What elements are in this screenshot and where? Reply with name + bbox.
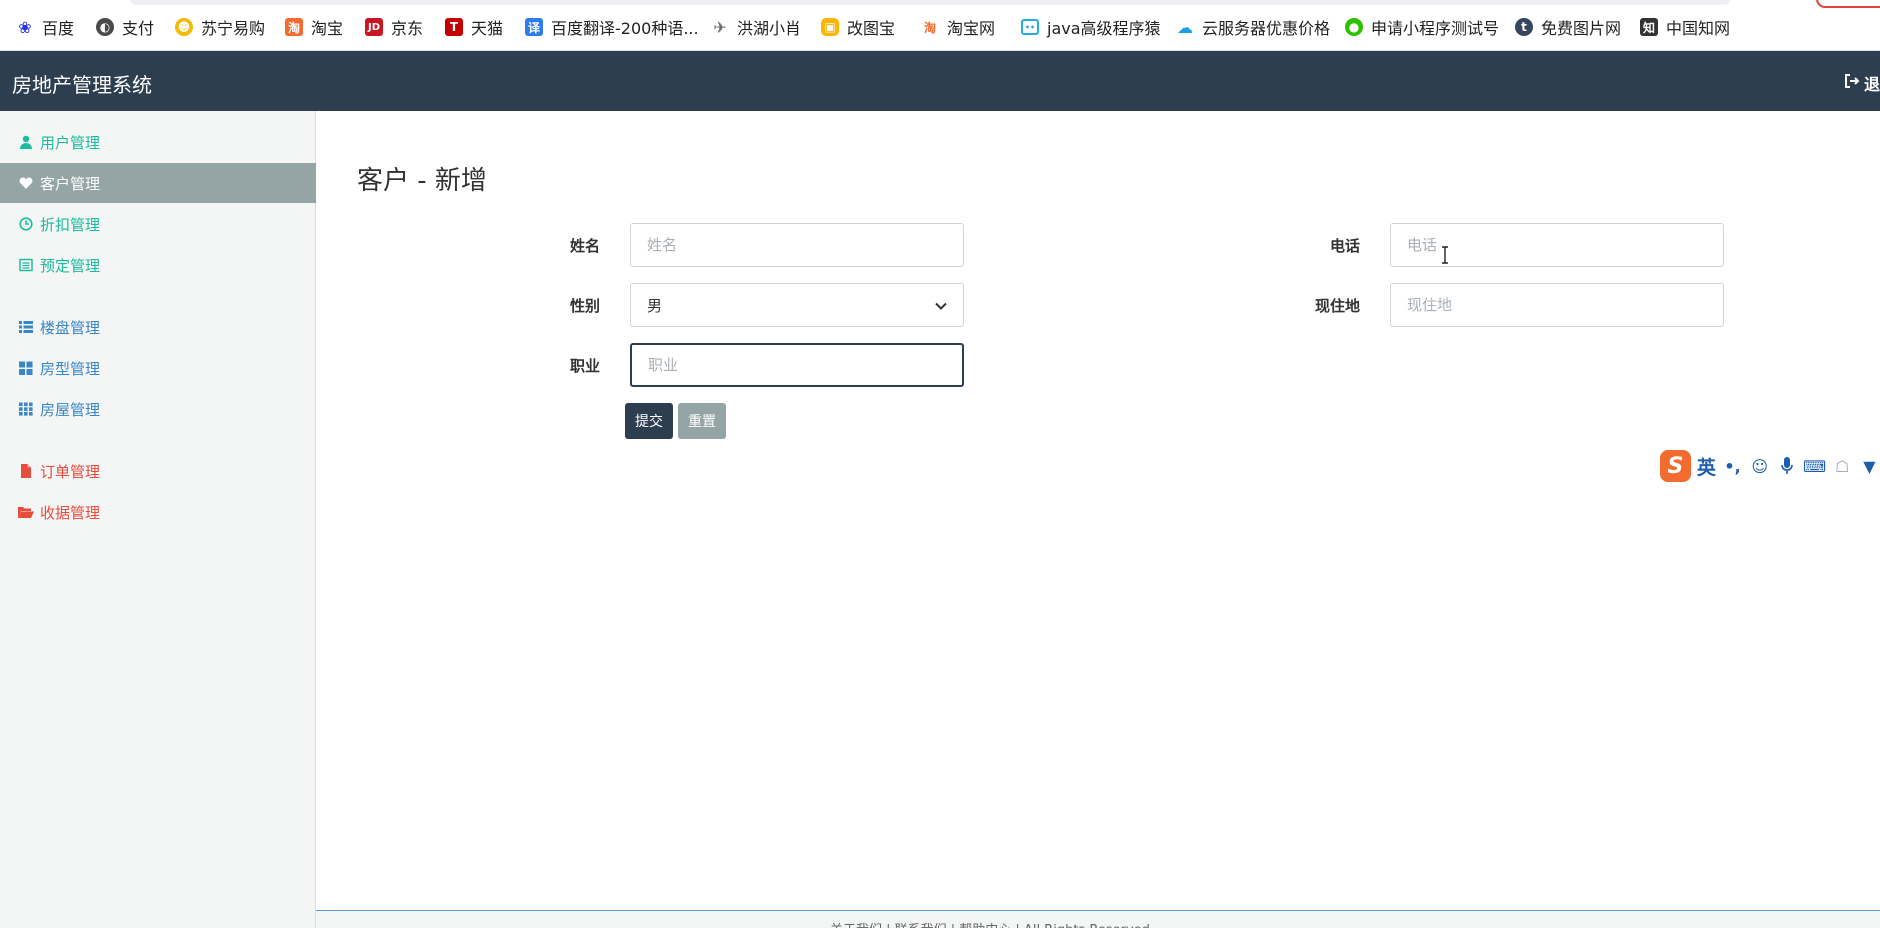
- sidebar-item-discounts[interactable]: 折扣管理: [0, 204, 316, 244]
- reset-button[interactable]: 重置: [678, 403, 726, 439]
- bookmark-taobaowang[interactable]: 淘 淘宝网: [921, 16, 995, 38]
- address-input[interactable]: [1390, 283, 1724, 327]
- globe-icon: ◐: [96, 18, 114, 36]
- sidebar-item-houses[interactable]: 房屋管理: [0, 389, 316, 429]
- ime-punct-toggle[interactable]: •,: [1722, 455, 1743, 477]
- user-icon: [18, 134, 34, 150]
- gaitubao-icon: ▣: [821, 18, 839, 36]
- submit-button[interactable]: 提交: [625, 403, 673, 439]
- gender-selected-value: 男: [647, 296, 663, 315]
- translate-icon: 译: [525, 18, 543, 36]
- shirt-icon[interactable]: ▼: [1859, 455, 1880, 477]
- footer-links[interactable]: 关于我们 | 联系我们 | 帮助中心 | All Rights Reserved: [830, 919, 1150, 928]
- keyboard-icon[interactable]: ⌨: [1803, 455, 1826, 477]
- sidebar-item-room-types[interactable]: 房型管理: [0, 348, 316, 388]
- microphone-icon[interactable]: [1776, 455, 1797, 477]
- bookmark-wechat-miniprogram[interactable]: ● 申请小程序测试号: [1345, 16, 1499, 38]
- sidebar-item-label: 房型管理: [40, 359, 101, 378]
- logout-button[interactable]: 退: [1844, 71, 1880, 95]
- app-header: 房地产管理系统 退: [0, 51, 1880, 111]
- sign-out-icon: [1844, 73, 1860, 93]
- sidebar-item-properties[interactable]: 楼盘管理: [0, 307, 316, 347]
- list-icon: [18, 319, 34, 335]
- sidebar-item-label: 楼盘管理: [40, 318, 101, 337]
- sidebar-item-label: 收据管理: [40, 503, 101, 522]
- baidu-paw-icon: ❀: [18, 17, 32, 37]
- bird-icon: ✈: [713, 17, 727, 37]
- sidebar-item-label: 订单管理: [40, 462, 101, 481]
- bookmark-tmall[interactable]: T 天猫: [445, 16, 503, 38]
- ime-toolbar: S 英 •, ☺ ⌨ ☖ ▼: [1660, 448, 1880, 484]
- text-cursor-icon: [1441, 246, 1449, 264]
- emoji-icon[interactable]: ☺: [1749, 455, 1770, 477]
- page-title: 客户 - 新增: [357, 166, 487, 196]
- gender-label: 性别: [569, 297, 600, 315]
- job-input[interactable]: [630, 343, 964, 387]
- job-label: 职业: [569, 357, 600, 375]
- name-label: 姓名: [569, 237, 600, 255]
- bookmark-zhifu[interactable]: ◐ 支付: [96, 16, 154, 38]
- clock-icon: [18, 216, 34, 232]
- sidebar-item-label: 预定管理: [40, 256, 101, 275]
- th-large-icon: [18, 360, 34, 376]
- address-bar-edge: [130, 0, 1730, 5]
- file-icon: [18, 463, 34, 479]
- logout-label: 退: [1863, 75, 1880, 94]
- bookmark-suning[interactable]: ☻ 苏宁易购: [175, 16, 265, 38]
- bookmark-cnki[interactable]: 知 中国知网: [1640, 16, 1730, 38]
- gender-select[interactable]: 男: [630, 283, 964, 327]
- ime-mode-toggle[interactable]: 英: [1697, 453, 1716, 480]
- list-alt-icon: [18, 257, 34, 273]
- cloud-icon: ☁: [1177, 17, 1193, 37]
- sidebar-item-users[interactable]: 用户管理: [0, 122, 316, 162]
- taobao-icon: 淘: [285, 18, 303, 36]
- bilibili-icon: ••: [1021, 19, 1039, 35]
- bookmark-taobao[interactable]: 淘 淘宝: [285, 16, 343, 38]
- app-brand[interactable]: 房地产管理系统: [12, 69, 152, 98]
- bookmark-gaitubao[interactable]: ▣ 改图宝: [821, 16, 895, 38]
- bookmark-baidu[interactable]: ❀ 百度: [16, 16, 74, 39]
- name-input[interactable]: [630, 223, 964, 267]
- sidebar-item-reservations[interactable]: 预定管理: [0, 245, 316, 285]
- taobao-icon: 淘: [923, 20, 936, 35]
- sidebar-item-label: 房屋管理: [40, 400, 101, 419]
- skin-icon[interactable]: ☖: [1832, 455, 1853, 477]
- sidebar-item-label: 折扣管理: [40, 215, 101, 234]
- sidebar-item-customers[interactable]: 客户管理: [0, 163, 316, 203]
- sidebar-item-receipts[interactable]: 收据管理: [0, 492, 316, 532]
- bookmark-baidu-translate[interactable]: 译 百度翻译-200种语...: [525, 16, 699, 38]
- cnki-icon: 知: [1640, 18, 1658, 36]
- sidebar-item-orders[interactable]: 订单管理: [0, 451, 316, 491]
- bookmark-cloud-server[interactable]: ☁ 云服务器优惠价格: [1176, 16, 1330, 39]
- bookmark-bilibili[interactable]: •• java高级程序猿: [1021, 16, 1161, 38]
- sidebar: 用户管理 客户管理 折扣管理 预定管理 楼盘管理 房型管理 房屋管理 订单管理 …: [0, 111, 316, 928]
- sidebar-item-label: 客户管理: [40, 174, 101, 193]
- footer: 关于我们 | 联系我们 | 帮助中心 | All Rights Reserved: [316, 910, 1880, 928]
- wechat-icon: ●: [1345, 18, 1363, 36]
- profile-pill[interactable]: [1816, 0, 1880, 8]
- jd-icon: JD: [365, 18, 383, 36]
- tumblr-icon: t: [1515, 18, 1533, 36]
- phone-label: 电话: [1329, 237, 1360, 255]
- address-label: 现住地: [1314, 297, 1360, 315]
- sidebar-item-label: 用户管理: [40, 133, 101, 152]
- sogou-logo-icon[interactable]: S: [1660, 450, 1691, 482]
- th-icon: [18, 401, 34, 417]
- chevron-down-icon: [935, 296, 947, 314]
- heart-icon: [18, 175, 34, 191]
- bookmarks-bar: ❀ 百度 ◐ 支付 ☻ 苏宁易购 淘 淘宝 JD 京东 T 天猫 译 百度翻译-…: [0, 0, 1880, 51]
- suning-lion-icon: ☻: [175, 18, 193, 36]
- bookmark-honghu[interactable]: ✈ 洪湖小肖: [711, 16, 801, 39]
- bookmark-free-images[interactable]: t 免费图片网: [1515, 16, 1621, 38]
- tmall-icon: T: [445, 18, 463, 36]
- folder-open-icon: [18, 504, 34, 520]
- bookmark-jd[interactable]: JD 京东: [365, 16, 423, 38]
